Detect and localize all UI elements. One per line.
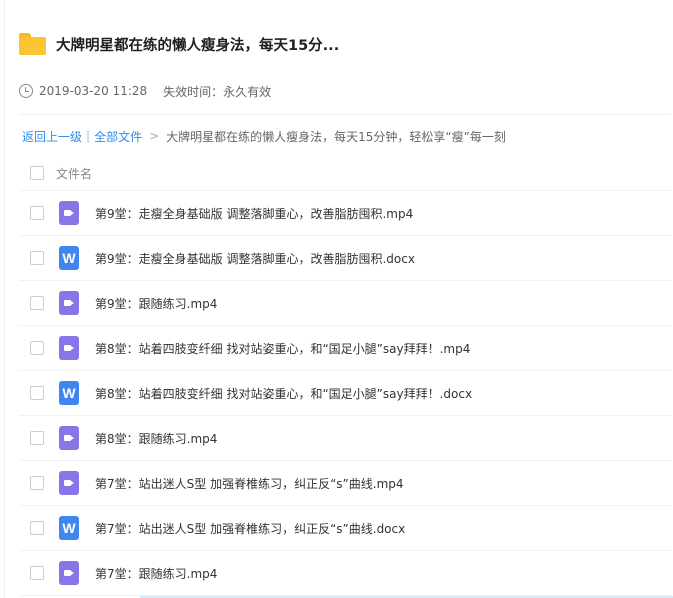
word-icon: W: [59, 516, 79, 540]
breadcrumb-chevron: >: [149, 129, 160, 143]
breadcrumb: 返回上一级 | 全部文件 > 大牌明星都在练的懒人瘦身法，每天15分钟，轻松享“…: [22, 127, 506, 145]
video-icon: [59, 201, 79, 225]
clock-icon: [19, 84, 33, 98]
folder-icon: [19, 33, 46, 55]
file-row[interactable]: 第9堂：走瘦全身基础版 调整落脚重心，改善脂肪囤积.mp4: [19, 191, 671, 236]
file-name[interactable]: 第8堂：站着四肢变纤细 找对站姿重心，和“国足小腿”say拜拜！.mp4: [95, 340, 470, 357]
file-name[interactable]: 第9堂：走瘦全身基础版 调整落脚重心，改善脂肪囤积.mp4: [95, 205, 413, 222]
select-all-checkbox[interactable]: [30, 166, 44, 180]
expire-label: 失效时间：: [163, 84, 224, 99]
share-title: 大牌明星都在练的懒人瘦身法，每天15分...: [56, 37, 340, 54]
file-name[interactable]: 第7堂：站出迷人S型 加强脊椎练习，纠正反“s”曲线.docx: [95, 520, 405, 537]
back-link[interactable]: 返回上一级: [22, 128, 82, 145]
file-row[interactable]: 第7堂：站出迷人S型 加强脊椎练习，纠正反“s”曲线.mp4: [19, 461, 671, 506]
file-name[interactable]: 第9堂：走瘦全身基础版 调整落脚重心，改善脂肪囤积.docx: [95, 250, 415, 267]
video-icon: [59, 291, 79, 315]
file-checkbox[interactable]: [30, 341, 44, 355]
video-icon: [59, 561, 79, 585]
file-checkbox[interactable]: [30, 251, 44, 265]
share-meta: 2019-03-20 11:28 失效时间： 永久有效: [19, 82, 271, 100]
file-row[interactable]: 第7堂：跟随练习.mp4: [19, 551, 671, 596]
all-files-link[interactable]: 全部文件: [94, 128, 142, 145]
file-checkbox[interactable]: [30, 386, 44, 400]
file-checkbox[interactable]: [30, 296, 44, 310]
breadcrumb-separator: |: [86, 129, 91, 143]
left-divider: [4, 0, 5, 598]
file-list: 文件名 第9堂：走瘦全身基础版 调整落脚重心，改善脂肪囤积.mp4 W 第9堂：走瘦…: [19, 156, 671, 596]
file-checkbox[interactable]: [30, 521, 44, 535]
column-header-filename: 文件名: [56, 166, 93, 181]
word-icon: W: [59, 381, 79, 405]
file-checkbox[interactable]: [30, 431, 44, 445]
file-checkbox[interactable]: [30, 206, 44, 220]
divider: [19, 114, 671, 115]
video-icon: [59, 336, 79, 360]
expire-value: 永久有效: [223, 84, 272, 99]
file-row[interactable]: W 第9堂：走瘦全身基础版 调整落脚重心，改善脂肪囤积.docx: [19, 236, 671, 281]
file-row[interactable]: 第9堂：跟随练习.mp4: [19, 281, 671, 326]
share-header: 大牌明星都在练的懒人瘦身法，每天15分...: [19, 31, 339, 57]
file-row[interactable]: 第8堂：跟随练习.mp4: [19, 416, 671, 461]
breadcrumb-current-folder: 大牌明星都在练的懒人瘦身法，每天15分钟，轻松享“瘦”每一刻: [166, 129, 506, 144]
file-row[interactable]: W 第8堂：站着四肢变纤细 找对站姿重心，和“国足小腿”say拜拜！.docx: [19, 371, 671, 416]
file-name[interactable]: 第9堂：跟随练习.mp4: [95, 295, 217, 312]
file-list-header: 文件名: [19, 156, 671, 191]
file-name[interactable]: 第8堂：站着四肢变纤细 找对站姿重心，和“国足小腿”say拜拜！.docx: [95, 385, 472, 402]
file-checkbox[interactable]: [30, 566, 44, 580]
word-icon: W: [59, 246, 79, 270]
video-icon: [59, 426, 79, 450]
file-name[interactable]: 第7堂：跟随练习.mp4: [95, 565, 217, 582]
file-row[interactable]: 第8堂：站着四肢变纤细 找对站姿重心，和“国足小腿”say拜拜！.mp4: [19, 326, 671, 371]
file-name[interactable]: 第7堂：站出迷人S型 加强脊椎练习，纠正反“s”曲线.mp4: [95, 475, 404, 492]
file-name[interactable]: 第8堂：跟随练习.mp4: [95, 430, 217, 447]
file-row[interactable]: W 第7堂：站出迷人S型 加强脊椎练习，纠正反“s”曲线.docx: [19, 506, 671, 551]
video-icon: [59, 471, 79, 495]
file-checkbox[interactable]: [30, 476, 44, 490]
share-date: 2019-03-20 11:28: [39, 84, 148, 98]
